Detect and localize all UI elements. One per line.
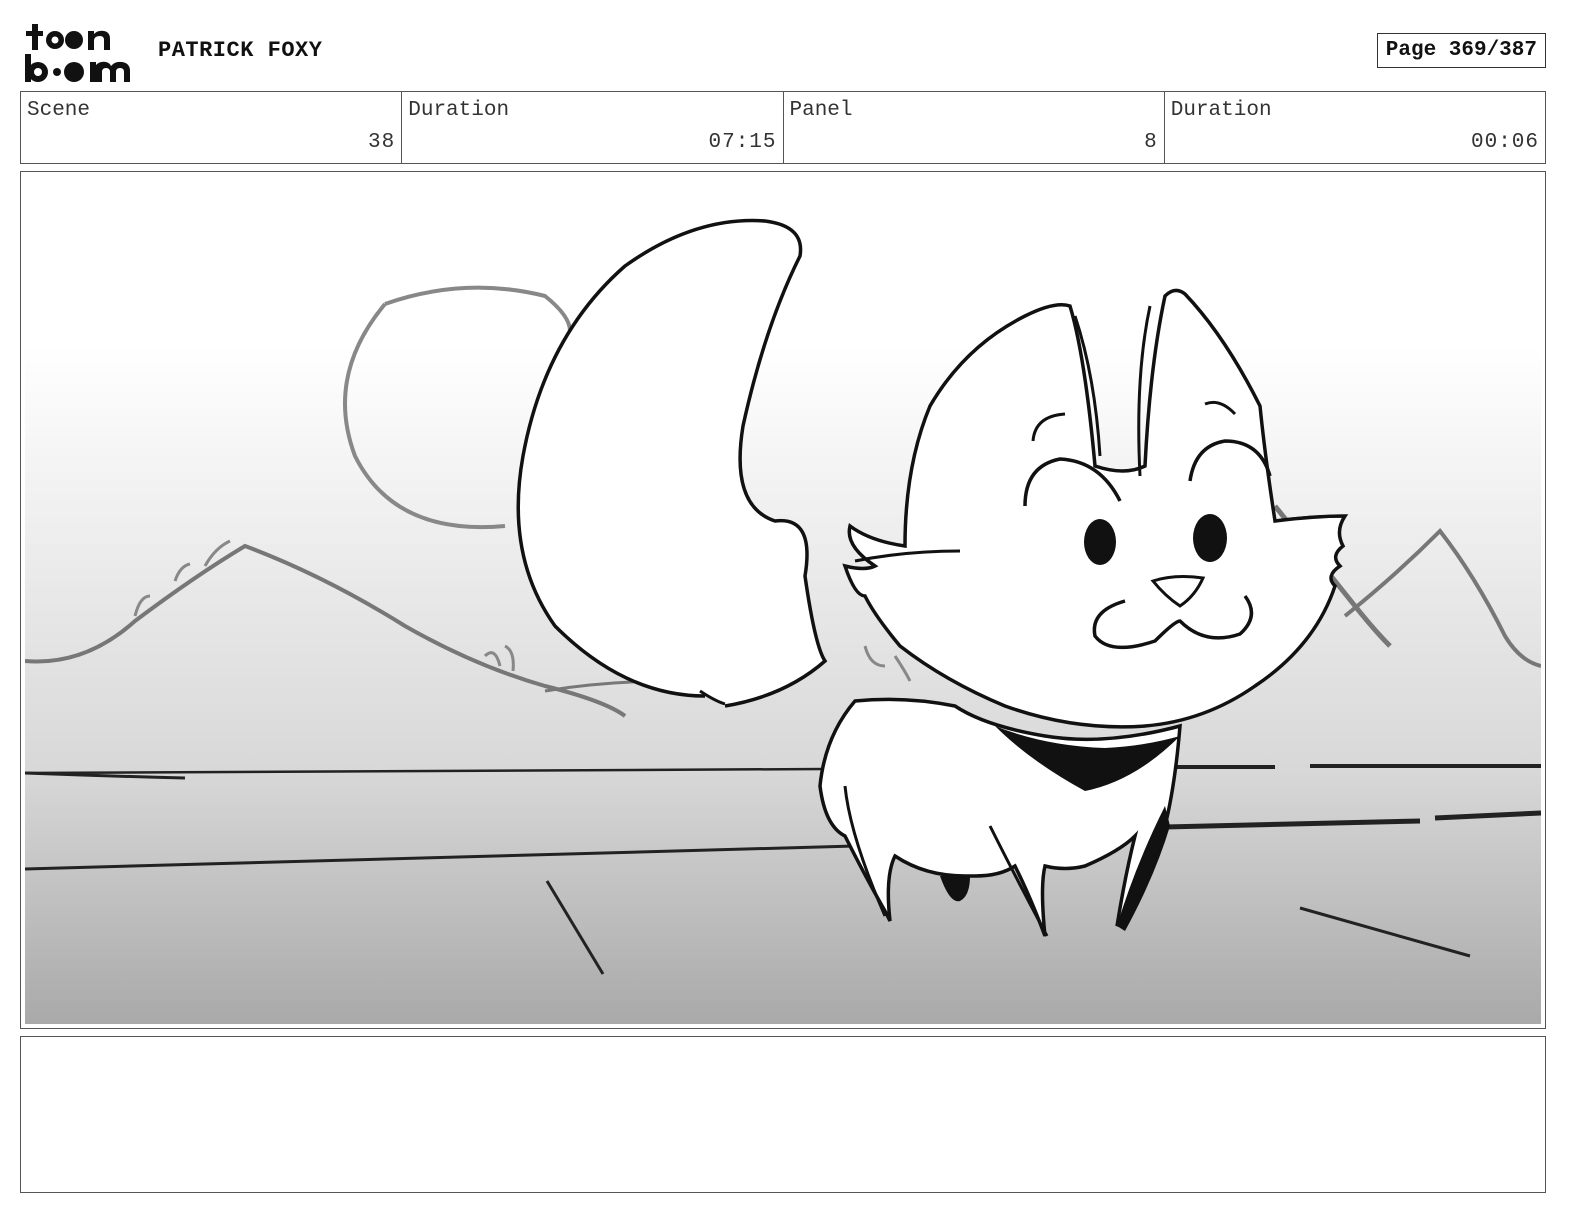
project-title: PATRICK FOXY [158, 38, 323, 63]
scene-duration-value: 07:15 [708, 131, 777, 154]
panel-duration-label: Duration [1170, 99, 1272, 122]
storyboard-panel [20, 171, 1546, 1029]
panel-label: Panel [789, 99, 853, 122]
page-counter: Page 369/387 [1376, 33, 1546, 68]
panel-sketch-image [25, 176, 1541, 1024]
panel-value: 8 [1144, 131, 1158, 154]
panel-cell: Panel 8 [784, 92, 1165, 163]
scene-label: Scene [27, 99, 91, 122]
scene-duration-label: Duration [408, 99, 510, 122]
panel-notes-box [20, 1036, 1546, 1193]
toon-boom-logo [25, 24, 130, 82]
panel-info-row: Scene 38 Duration 07:15 Panel 8 Duration… [20, 91, 1546, 164]
scene-duration-cell: Duration 07:15 [402, 92, 784, 163]
panel-duration-value: 00:06 [1470, 131, 1539, 154]
scene-value: 38 [368, 131, 396, 154]
panel-duration-cell: Duration 00:06 [1165, 92, 1545, 163]
scene-cell: Scene 38 [21, 92, 403, 163]
